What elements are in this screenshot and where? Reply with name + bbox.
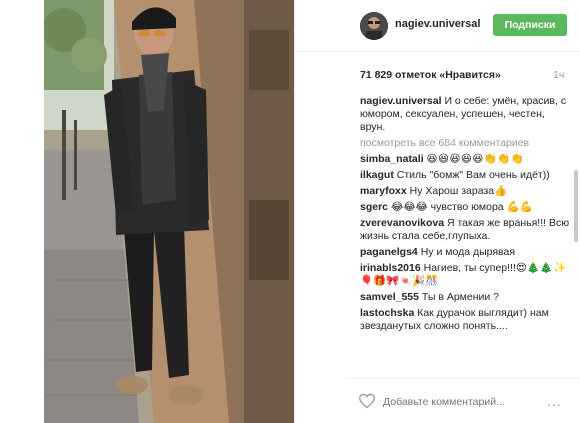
comment-composer: ...: [347, 378, 580, 423]
comment: maryfoxx Ну Харош зараза👍: [360, 185, 570, 198]
comment-username[interactable]: zverevanovikova: [360, 217, 444, 229]
post-timestamp[interactable]: 1ч: [553, 69, 564, 81]
more-options-icon[interactable]: ...: [547, 394, 562, 408]
comment-username[interactable]: paganelgs4: [360, 246, 418, 258]
comments-scrollbar[interactable]: [574, 170, 578, 242]
comment-username[interactable]: samvel_555: [360, 291, 419, 303]
follow-button[interactable]: Подписки: [493, 14, 567, 36]
photo-illustration: [44, 0, 294, 423]
comment-text: 😆😆😆😆😆👏👏👏: [426, 153, 525, 165]
comment-username[interactable]: simba_natali: [360, 153, 424, 165]
comment-text: Ты в Армении ?: [421, 291, 500, 303]
comment-text: 😂😂😂 чувство юмора 💪💪: [390, 201, 533, 213]
likes-count[interactable]: 71 829 отметок «Нравится»: [360, 69, 501, 81]
comment: lastochska Как дурачок выглядит) нам зве…: [360, 307, 570, 333]
comment: ilkagut Стиль "бомж" Вам очень идёт)): [360, 169, 570, 182]
post-header: nagiev.universal Подписки: [295, 0, 580, 52]
post-details-panel: nagiev.universal Подписки 71 829 отметок…: [294, 0, 580, 423]
comment-username[interactable]: ilkagut: [360, 169, 394, 181]
comment-username[interactable]: maryfoxx: [360, 185, 407, 197]
comment: sgerc 😂😂😂 чувство юмора 💪💪: [360, 201, 570, 214]
comment-username[interactable]: sgerc: [360, 201, 388, 213]
comment: zverevanovikova Я такая же вранья!!! Всю…: [360, 217, 570, 243]
avatar-image: [360, 12, 388, 40]
comment: irinabls2016 Нагиев, ты супер!!!😍🎄🎄✨🎈🎁🎀🍬…: [360, 262, 570, 288]
comment: paganelgs4 Ну и мода дырявая: [360, 246, 570, 259]
caption-username[interactable]: nagiev.universal: [360, 95, 442, 107]
comment-username[interactable]: irinabls2016: [360, 262, 421, 274]
heart-icon[interactable]: [358, 393, 376, 409]
caption: nagiev.universal И о себе: умён, красив,…: [360, 95, 570, 134]
comment: samvel_555 Ты в Армении ?: [360, 291, 570, 304]
comment-text: Ну и мода дырявая: [420, 246, 516, 258]
add-comment-input[interactable]: [383, 395, 533, 409]
comment-text: Стиль "бомж" Вам очень идёт)): [396, 169, 550, 181]
comment: simba_natali 😆😆😆😆😆👏👏👏: [360, 153, 570, 166]
comment-text: Ну Харош зараза👍: [409, 185, 508, 197]
post-photo[interactable]: [44, 0, 294, 423]
comment-username[interactable]: lastochska: [360, 307, 414, 319]
comments-list: nagiev.universal И о себе: умён, красив,…: [360, 95, 570, 378]
post-author-username[interactable]: nagiev.universal: [395, 18, 480, 30]
view-all-comments-link[interactable]: посмотреть все 684 комментариев: [360, 137, 570, 150]
avatar[interactable]: [360, 12, 388, 40]
